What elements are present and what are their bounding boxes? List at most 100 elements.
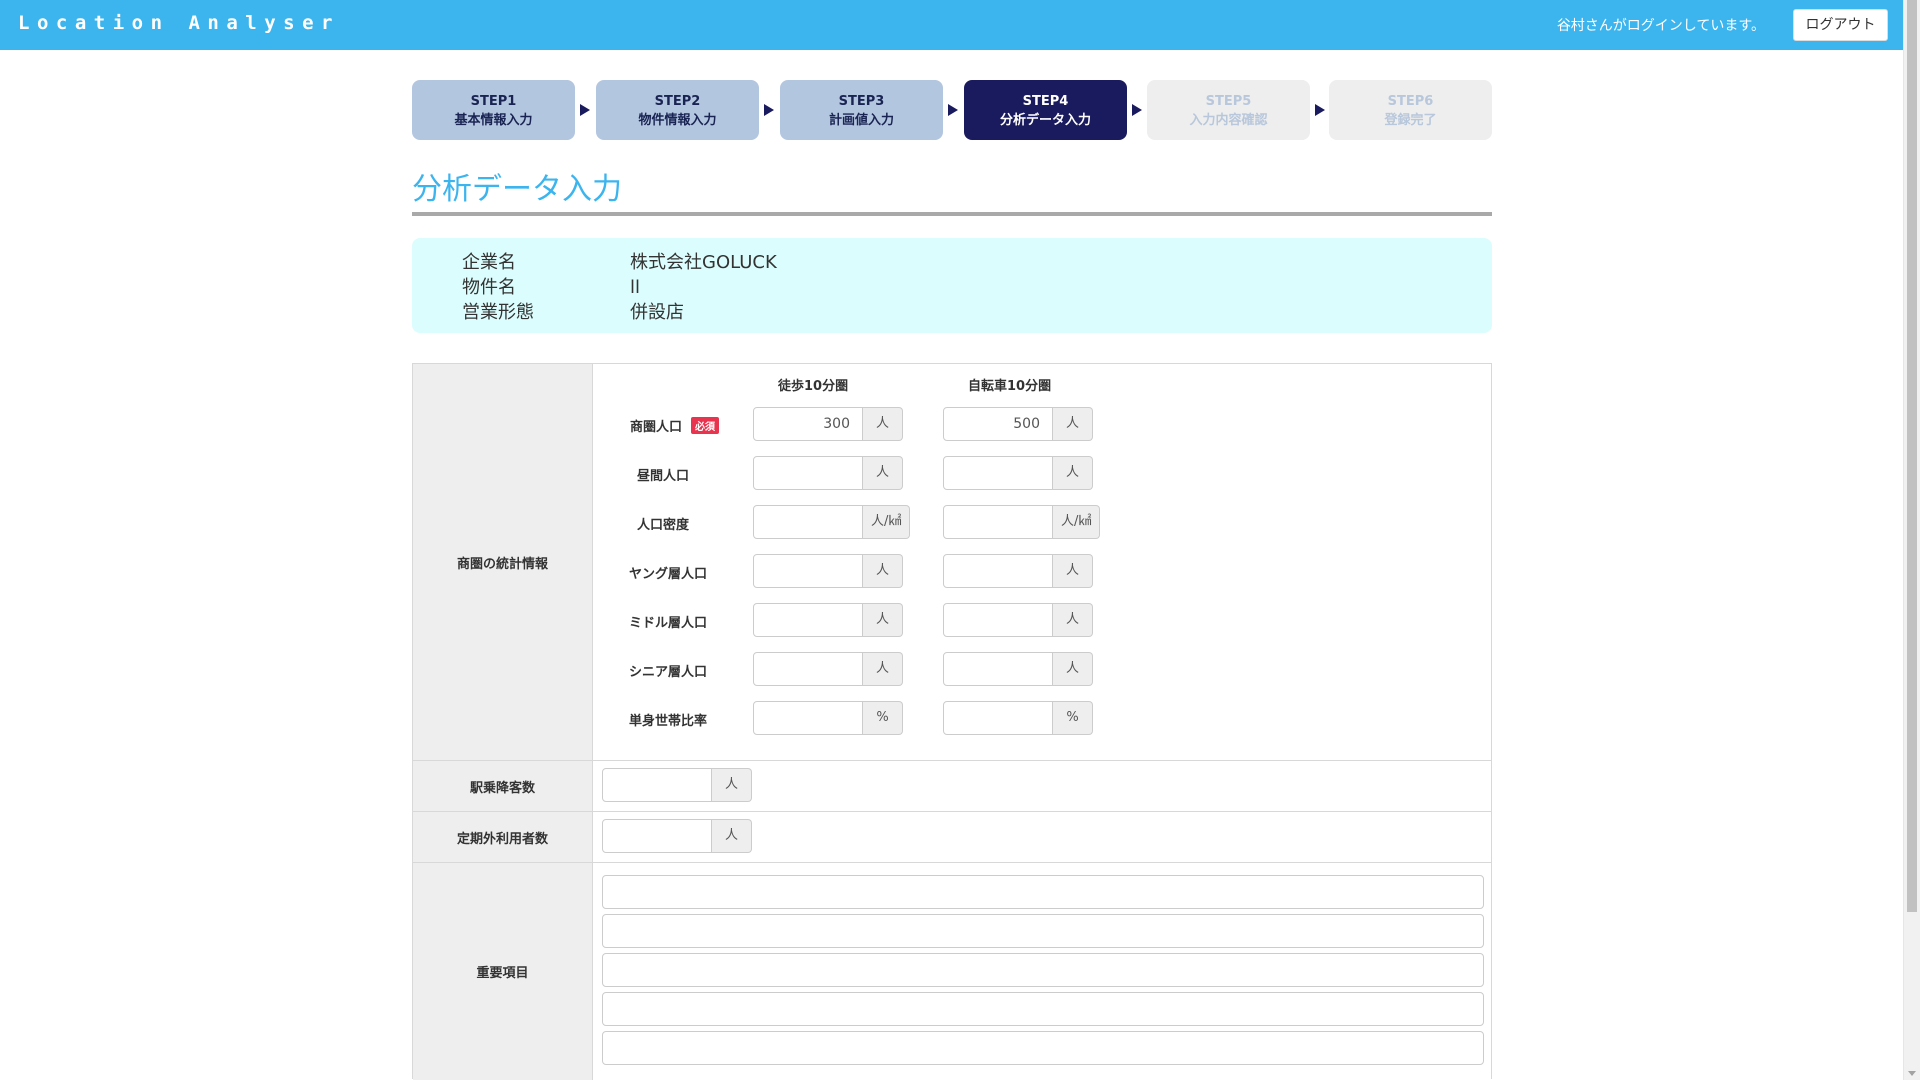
top-header: Location Analyser 谷村さんがログインしています。 ログアウト	[0, 0, 1903, 50]
trade-area-population-walk: 300 人	[753, 407, 903, 441]
daytime-population-bike: 人	[943, 456, 1093, 490]
middle-population-walk-input[interactable]	[753, 603, 863, 637]
daytime-population-bike-input[interactable]	[943, 456, 1053, 490]
step-indicator: STEP1 基本情報入力 STEP2 物件情報入力 STEP3 計画値入力 ST…	[412, 80, 1492, 140]
population-density-bike-input[interactable]	[943, 505, 1053, 539]
middle-population-bike-input[interactable]	[943, 603, 1053, 637]
field-label-trade-area-population: 商圏人口 必須	[607, 416, 719, 435]
unit-label: %	[863, 701, 903, 735]
unit-label: 人	[1053, 456, 1093, 490]
unit-label: 人	[1053, 603, 1093, 637]
info-property: 物件名 ll	[462, 273, 640, 299]
info-company: 企業名 株式会社GOLUCK	[462, 248, 777, 274]
unit-label: 人/㎢	[1053, 505, 1101, 539]
population-density-bike: 人/㎢	[943, 505, 1101, 539]
step-2-number: STEP2	[654, 94, 701, 109]
step-3-number: STEP3	[838, 94, 885, 109]
unit-label: 人	[863, 652, 903, 686]
unit-label: 人	[863, 456, 903, 490]
unit-label: 人	[1053, 554, 1093, 588]
non-commuter-users-group: 人	[602, 819, 752, 853]
middle-population-walk: 人	[753, 603, 903, 637]
logout-button[interactable]: ログアウト	[1793, 9, 1888, 41]
login-status: 谷村さんがログインしています。	[1556, 18, 1765, 34]
daytime-population-walk: 人	[753, 456, 903, 490]
population-density-walk-input[interactable]	[753, 505, 863, 539]
step-1: STEP1 基本情報入力	[412, 80, 575, 140]
important-item-input-2[interactable]	[602, 914, 1484, 948]
info-business-label: 営業形態	[462, 302, 534, 323]
col-bike-header: 自転車10分圏	[968, 379, 1052, 394]
field-label-senior-population: シニア層人口	[628, 665, 707, 680]
scrollbar-thumb[interactable]	[1907, 0, 1917, 912]
vertical-scrollbar[interactable]	[1903, 0, 1920, 1080]
important-item-input-5[interactable]	[602, 1031, 1484, 1065]
station-passengers-group: 人	[602, 768, 752, 802]
step-4: STEP4 分析データ入力	[964, 80, 1127, 140]
step-3: STEP3 計画値入力	[780, 80, 943, 140]
unit-label: %	[1053, 701, 1093, 735]
young-population-bike-input[interactable]	[943, 554, 1053, 588]
page-title: 分析データ入力	[412, 172, 622, 207]
single-household-ratio-bike-input[interactable]	[943, 701, 1053, 735]
senior-population-walk-input[interactable]	[753, 652, 863, 686]
single-household-ratio-bike: %	[943, 701, 1093, 735]
step-arrow-icon	[764, 104, 774, 116]
step-2: STEP2 物件情報入力	[596, 80, 759, 140]
field-label-single-household-ratio: 単身世帯比率	[628, 714, 707, 729]
info-panel: 企業名 株式会社GOLUCK 物件名 ll 営業形態 併設店	[412, 238, 1492, 333]
trade-area-population-bike-input[interactable]: 500	[943, 407, 1053, 441]
field-label-population-density: 人口密度	[636, 518, 689, 533]
step-5-label: 入力内容確認	[1189, 113, 1268, 128]
step-6: STEP6 登録完了	[1329, 80, 1492, 140]
young-population-walk: 人	[753, 554, 903, 588]
step-6-label: 登録完了	[1384, 113, 1437, 128]
important-items-label: 重要項目	[413, 863, 593, 1080]
population-density-walk: 人/㎢	[753, 505, 911, 539]
step-4-label: 分析データ入力	[999, 113, 1091, 128]
info-property-label: 物件名	[462, 277, 516, 298]
scroll-down-arrow-icon[interactable]	[1908, 1071, 1916, 1076]
single-household-ratio-walk: %	[753, 701, 903, 735]
step-3-label: 計画値入力	[828, 113, 894, 128]
young-population-walk-input[interactable]	[753, 554, 863, 588]
unit-label: 人	[863, 603, 903, 637]
title-divider	[412, 212, 1492, 216]
unit-label: 人	[863, 407, 903, 441]
young-population-bike: 人	[943, 554, 1093, 588]
step-4-number: STEP4	[1022, 94, 1069, 109]
single-household-ratio-walk-input[interactable]	[753, 701, 863, 735]
field-label-daytime-population: 昼間人口	[636, 469, 689, 484]
station-passengers-input[interactable]	[602, 768, 712, 802]
senior-population-bike-input[interactable]	[943, 652, 1053, 686]
step-5-number: STEP5	[1205, 94, 1252, 109]
info-company-value: 株式会社GOLUCK	[630, 252, 777, 273]
info-company-label: 企業名	[462, 252, 516, 273]
step-arrow-icon	[1132, 104, 1142, 116]
stats-section-label: 商圏の統計情報	[413, 364, 593, 760]
trade-area-population-bike: 500 人	[943, 407, 1093, 441]
unit-label: 人	[1053, 652, 1093, 686]
daytime-population-walk-input[interactable]	[753, 456, 863, 490]
unit-label: 人/㎢	[863, 505, 911, 539]
col-walk-header: 徒歩10分圏	[778, 379, 849, 394]
trade-area-population-walk-input[interactable]: 300	[753, 407, 863, 441]
required-badge: 必須	[691, 417, 719, 434]
step-5: STEP5 入力内容確認	[1147, 80, 1310, 140]
step-arrow-icon	[1315, 104, 1325, 116]
step-2-label: 物件情報入力	[638, 113, 717, 128]
step-arrow-icon	[580, 104, 590, 116]
unit-label: 人	[863, 554, 903, 588]
important-item-input-4[interactable]	[602, 992, 1484, 1026]
analysis-form: 商圏の統計情報 徒歩10分圏 自転車10分圏 商圏人口 必須 300 人 500 …	[412, 363, 1492, 1080]
field-label-young-population: ヤング層人口	[628, 567, 707, 582]
important-item-input-1[interactable]	[602, 875, 1484, 909]
important-item-input-3[interactable]	[602, 953, 1484, 987]
senior-population-bike: 人	[943, 652, 1093, 686]
info-property-value: ll	[630, 277, 641, 298]
non-commuter-users-input[interactable]	[602, 819, 712, 853]
senior-population-walk: 人	[753, 652, 903, 686]
step-6-number: STEP6	[1387, 94, 1434, 109]
app-logo[interactable]: Location Analyser	[18, 12, 340, 34]
field-label-middle-population: ミドル層人口	[628, 616, 707, 631]
